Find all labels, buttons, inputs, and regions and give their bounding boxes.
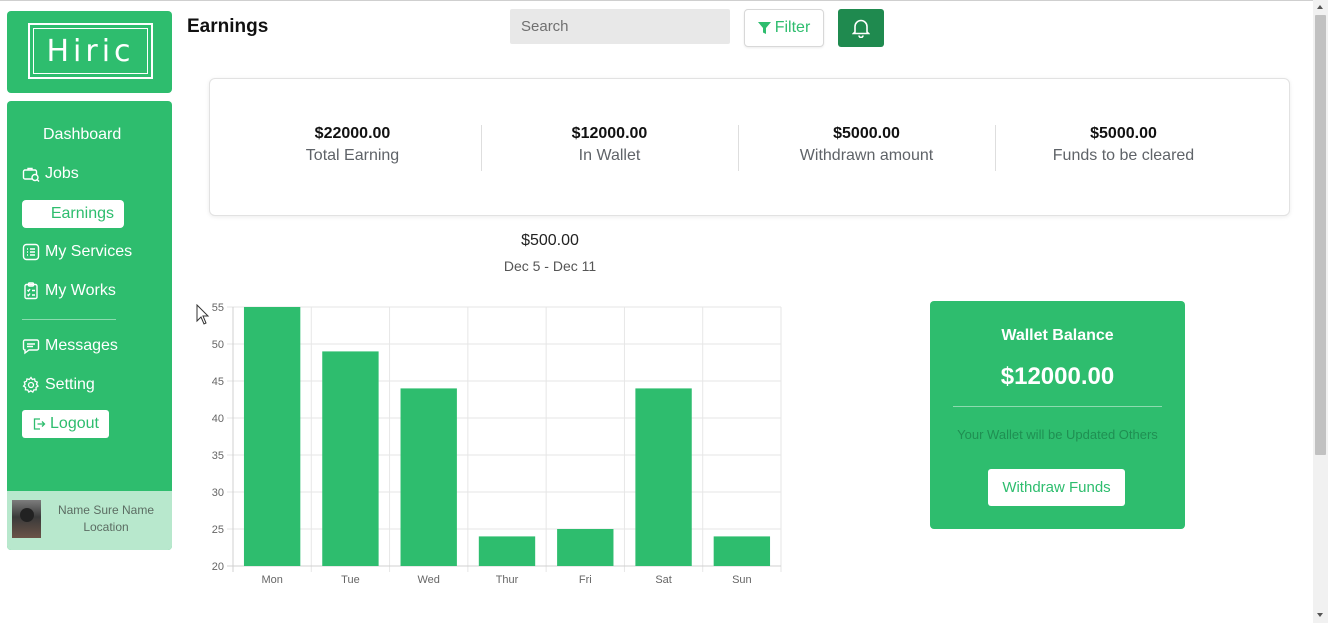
gear-icon: [22, 376, 39, 394]
search-input[interactable]: [510, 9, 730, 44]
x-tick-label: Sat: [655, 574, 672, 586]
bar-thur: [478, 536, 536, 566]
scroll-thumb[interactable]: [1315, 15, 1326, 455]
sidebar-item-messages[interactable]: Messages: [22, 333, 118, 359]
top-border: [0, 0, 1328, 1]
x-tick-label: Wed: [418, 574, 440, 586]
logo-frame: Hiric: [28, 23, 153, 79]
stat-value: $5000.00: [833, 125, 900, 142]
stat-label: Withdrawn amount: [799, 147, 934, 164]
filter-button[interactable]: Filter: [744, 9, 824, 47]
stat-label: Funds to be cleared: [1052, 147, 1195, 164]
sidebar: Dashboard Jobs Earnings My Services My W…: [7, 101, 172, 550]
filter-icon: [757, 21, 771, 34]
avatar: [12, 500, 41, 538]
y-tick-label: 20: [212, 561, 224, 573]
filter-label: Filter: [774, 19, 811, 36]
sidebar-item-label: Setting: [45, 376, 95, 393]
y-tick-label: 25: [212, 524, 224, 536]
stat-label: Total Earning: [305, 147, 400, 164]
earnings-summary-card: $22000.00 Total Earning $12000.00 In Wal…: [209, 78, 1290, 216]
stat-withdrawn: $5000.00 Withdrawn amount: [738, 125, 995, 165]
sidebar-item-label: Messages: [45, 337, 118, 354]
x-tick-label: Mon: [261, 574, 282, 586]
bar-mon: [243, 307, 301, 566]
x-tick-label: Fri: [579, 574, 592, 586]
logo-text: Hiric: [33, 28, 148, 74]
x-tick-label: Sun: [732, 574, 752, 586]
profile-name: Name Sure Name: [57, 503, 155, 517]
chart-total-amount: $500.00: [521, 232, 579, 249]
wallet-note: Your Wallet will be Updated Others: [957, 427, 1158, 442]
sidebar-item-label: Dashboard: [43, 126, 122, 143]
stat-total-earning: $22000.00 Total Earning: [224, 125, 481, 165]
list-icon: [22, 243, 40, 261]
sidebar-item-setting[interactable]: Setting: [22, 372, 95, 398]
wallet-balance-card: Wallet Balance $12000.00 Your Wallet wil…: [930, 301, 1185, 529]
wallet-title: Wallet Balance: [1001, 327, 1114, 344]
bar-sun: [713, 536, 771, 566]
y-tick-label: 55: [212, 302, 224, 314]
logout-button[interactable]: Logout: [22, 410, 109, 438]
sidebar-item-dashboard[interactable]: Dashboard: [43, 122, 121, 148]
bar-fri: [557, 529, 614, 566]
earnings-icon: [28, 207, 42, 221]
wallet-divider: [953, 406, 1162, 407]
x-tick-label: Tue: [341, 574, 360, 586]
bell-icon: [852, 19, 870, 38]
page-title: Earnings: [187, 16, 269, 37]
logout-icon: [33, 418, 46, 430]
user-profile[interactable]: Name Sure Name Location: [7, 491, 172, 550]
bar-wed: [400, 388, 457, 566]
logo[interactable]: Hiric: [7, 11, 172, 93]
stat-value: $12000.00: [571, 125, 648, 142]
scroll-down-arrow-icon[interactable]: [1317, 613, 1323, 617]
message-icon: [22, 339, 40, 355]
stat-funds-to-clear: $5000.00 Funds to be cleared: [995, 125, 1252, 165]
bar-tue: [322, 351, 379, 566]
y-tick-label: 45: [212, 376, 224, 388]
profile-location: Location: [83, 520, 129, 534]
y-tick-label: 50: [212, 339, 224, 351]
sidebar-item-my-works[interactable]: My Works: [22, 278, 116, 304]
y-tick-label: 35: [212, 450, 224, 462]
stat-in-wallet: $12000.00 In Wallet: [481, 125, 738, 165]
scrollbar[interactable]: [1313, 0, 1328, 623]
y-tick-label: 40: [212, 413, 224, 425]
sidebar-divider: [22, 319, 116, 320]
wallet-amount: $12000.00: [1000, 363, 1115, 390]
sidebar-item-label: My Works: [45, 282, 116, 299]
jobs-icon: [22, 167, 40, 182]
withdraw-funds-button[interactable]: Withdraw Funds: [988, 469, 1125, 506]
earnings-bar-chart: 20 25 30 35 40 45 50 55 Mon Tue Wed Thur Fri Sat Sun: [212, 302, 782, 586]
x-tick-label: Thur: [496, 574, 519, 586]
sidebar-item-my-services[interactable]: My Services: [22, 239, 132, 265]
sidebar-item-jobs[interactable]: Jobs: [22, 161, 79, 187]
logout-label: Logout: [50, 415, 99, 432]
bar-sat: [635, 388, 692, 566]
mouse-cursor-icon: [196, 304, 210, 325]
scroll-up-arrow-icon[interactable]: [1317, 5, 1323, 9]
clipboard-icon: [24, 282, 38, 300]
sidebar-item-label: My Services: [45, 243, 133, 260]
avatar-head: [20, 508, 34, 522]
notification-button[interactable]: [838, 9, 884, 47]
stat-value: $22000.00: [314, 125, 391, 142]
y-tick-label: 30: [212, 487, 224, 499]
stat-value: $5000.00: [1090, 125, 1157, 142]
sidebar-item-earnings[interactable]: Earnings: [22, 200, 124, 228]
chart-date-range: Dec 5 - Dec 11: [503, 258, 597, 274]
sidebar-item-label: Jobs: [45, 165, 79, 182]
sidebar-item-label: Earnings: [50, 205, 114, 222]
stat-label: In Wallet: [578, 147, 641, 164]
